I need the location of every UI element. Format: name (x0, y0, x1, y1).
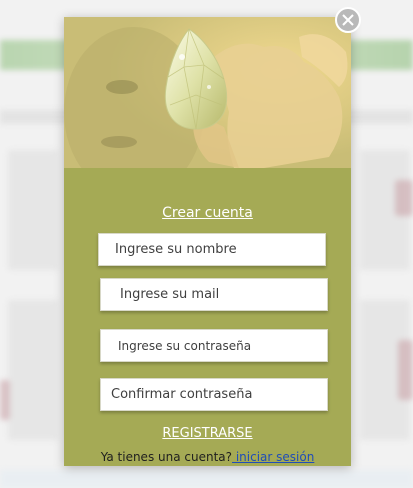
login-link[interactable]: iniciar sesión (232, 450, 314, 464)
confirm-password-input[interactable] (100, 378, 328, 411)
name-input[interactable] (98, 233, 326, 266)
background-footer-strip (0, 470, 413, 488)
password-input[interactable] (100, 329, 328, 362)
create-account-link[interactable]: Crear cuenta (64, 205, 351, 221)
signup-modal: Crear cuenta REGISTRARSE Ya tienes una c… (64, 17, 351, 466)
close-icon (342, 14, 354, 26)
login-prompt-text: Ya tienes una cuenta? (100, 450, 233, 464)
background-accent (395, 180, 413, 216)
background-accent (398, 340, 413, 400)
hero-image (64, 17, 351, 168)
background-card (8, 150, 58, 270)
hand-holding-diamond-image (64, 17, 351, 168)
background-card (8, 300, 58, 440)
email-input[interactable] (100, 278, 328, 311)
background-accent (0, 380, 10, 420)
register-button[interactable]: REGISTRARSE (64, 426, 351, 441)
login-prompt-row: Ya tienes una cuenta? iniciar sesión (64, 450, 351, 464)
close-button[interactable] (335, 7, 361, 33)
